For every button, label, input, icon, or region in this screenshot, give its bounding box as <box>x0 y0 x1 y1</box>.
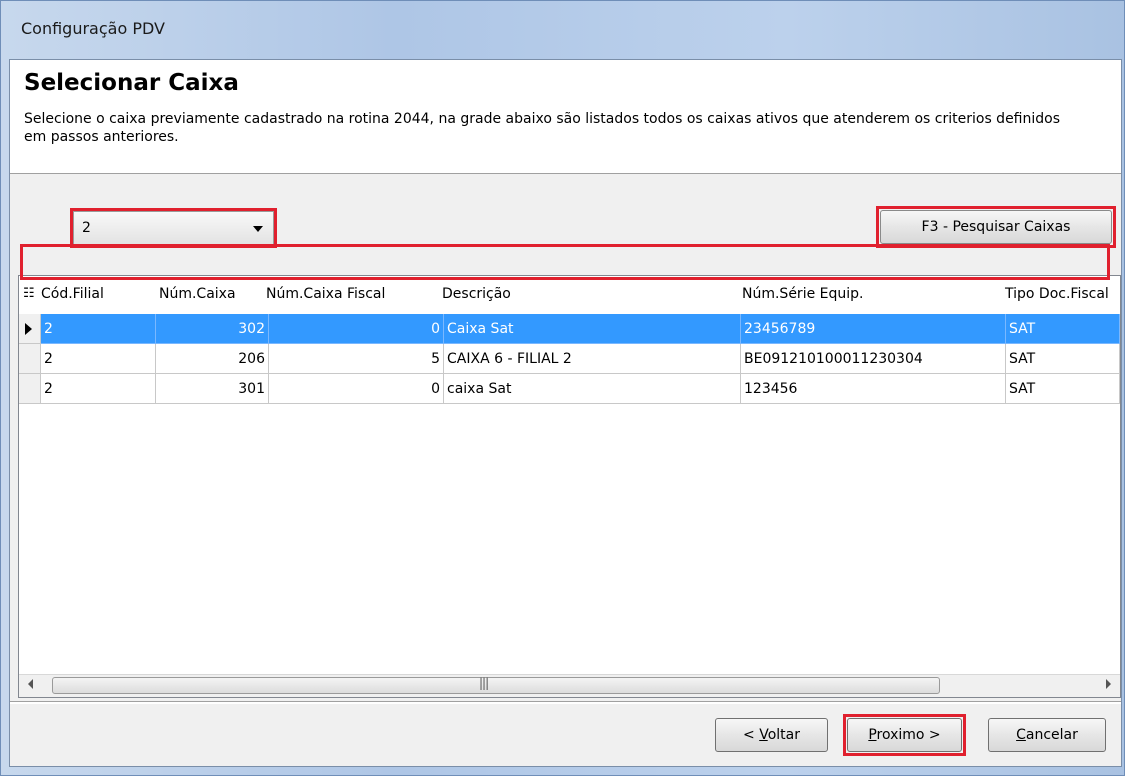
column-header-filial[interactable]: Cód.Filial <box>41 286 104 302</box>
title-bar[interactable]: Configuração PDV <box>1 1 1124 59</box>
column-chooser-icon[interactable]: ☷ <box>23 286 35 301</box>
cell-num-serie[interactable]: 23456789 <box>741 314 1006 344</box>
proximo-button[interactable]: Proximo > <box>847 718 962 752</box>
filial-combobox[interactable]: 2 <box>73 211 274 245</box>
cell-filial[interactable]: 2 <box>41 314 156 344</box>
cell-tipo-doc[interactable]: SAT <box>1006 344 1120 374</box>
scroll-left-icon[interactable] <box>28 679 33 689</box>
cell-num-caixa[interactable]: 301 <box>156 374 269 404</box>
cell-num-serie[interactable]: BE091210100011230304 <box>741 344 1006 374</box>
cell-num-caixa-fiscal[interactable]: 0 <box>269 374 444 404</box>
wizard-header: Selecionar Caixa Selecione o caixa previ… <box>10 60 1121 174</box>
search-caixas-button[interactable]: F3 - Pesquisar Caixas <box>880 210 1112 244</box>
cell-num-caixa[interactable]: 206 <box>156 344 269 374</box>
page-title: Selecionar Caixa <box>24 70 239 96</box>
proximo-mnemonic: P <box>868 727 877 743</box>
cancelar-button[interactable]: Cancelar <box>988 718 1106 752</box>
dialog-window: Configuração PDV Selecionar Caixa Seleci… <box>0 0 1125 776</box>
grid-header: ☷ Cód.Filial Núm.Caixa Núm.Caixa Fiscal … <box>19 276 1120 314</box>
voltar-rest: oltar <box>767 727 800 743</box>
column-header-num-caixa-fiscal[interactable]: Núm.Caixa Fiscal <box>266 286 385 302</box>
chevron-down-icon[interactable] <box>253 226 263 232</box>
cell-filial[interactable]: 2 <box>41 344 156 374</box>
cell-descricao[interactable]: caixa Sat <box>444 374 741 404</box>
row-indicator <box>19 344 41 374</box>
column-header-descricao[interactable]: Descrição <box>442 286 511 302</box>
footer-divider <box>10 701 1121 704</box>
scroll-right-icon[interactable] <box>1106 679 1111 689</box>
combobox-value: 2 <box>82 220 91 236</box>
page-description: Selecione o caixa previamente cadastrado… <box>24 111 1061 145</box>
scrollbar-thumb[interactable]: ||| <box>52 676 940 694</box>
cell-descricao[interactable]: Caixa Sat <box>444 314 741 344</box>
cell-num-caixa-fiscal[interactable]: 0 <box>269 314 444 344</box>
row-indicator <box>19 314 41 344</box>
table-row[interactable]: 2 302 0 Caixa Sat 23456789 SAT <box>19 314 1120 344</box>
voltar-mnemonic: V <box>759 727 768 743</box>
cancelar-mnemonic: C <box>1016 727 1026 743</box>
cell-num-serie[interactable]: 123456 <box>741 374 1006 404</box>
column-header-tipo-doc[interactable]: Tipo Doc.Fiscal <box>1005 286 1109 302</box>
voltar-prefix: < <box>743 727 760 743</box>
table-row[interactable]: 2 301 0 caixa Sat 123456 SAT <box>19 374 1120 404</box>
wizard-body: Selecionar Caixa Selecione o caixa previ… <box>9 59 1122 767</box>
row-indicator <box>19 374 41 404</box>
horizontal-scrollbar[interactable]: ||| <box>19 674 1120 697</box>
cell-num-caixa[interactable]: 302 <box>156 314 269 344</box>
column-header-num-serie[interactable]: Núm.Série Equip. <box>742 286 863 302</box>
table-row[interactable]: 2 206 5 CAIXA 6 - FILIAL 2 BE09121010001… <box>19 344 1120 374</box>
cell-num-caixa-fiscal[interactable]: 5 <box>269 344 444 374</box>
proximo-rest: roximo > <box>876 727 941 743</box>
cell-tipo-doc[interactable]: SAT <box>1006 374 1120 404</box>
cancelar-rest: ancelar <box>1025 727 1078 743</box>
cell-filial[interactable]: 2 <box>41 374 156 404</box>
cell-descricao[interactable]: CAIXA 6 - FILIAL 2 <box>444 344 741 374</box>
voltar-button[interactable]: < Voltar <box>715 718 828 752</box>
window-title: Configuração PDV <box>21 19 165 38</box>
cell-tipo-doc[interactable]: SAT <box>1006 314 1120 344</box>
column-header-num-caixa[interactable]: Núm.Caixa <box>159 286 236 302</box>
current-row-icon <box>25 323 32 335</box>
grip-icon: ||| <box>479 676 489 690</box>
caixas-grid[interactable]: ☷ Cód.Filial Núm.Caixa Núm.Caixa Fiscal … <box>18 275 1121 698</box>
